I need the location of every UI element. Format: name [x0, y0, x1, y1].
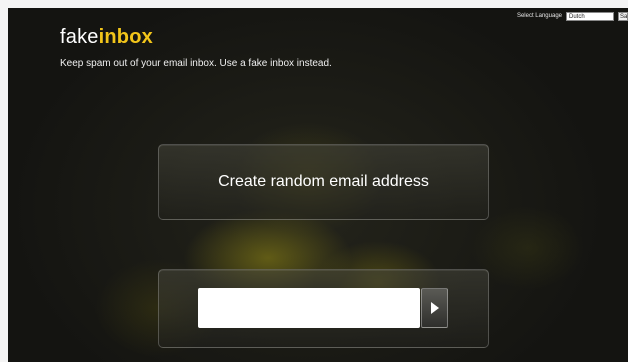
save-language-button[interactable]: Sav [618, 11, 628, 21]
language-bar: Select Language Dutch Sav [517, 10, 628, 22]
email-input-panel [158, 269, 489, 348]
logo-text-fake: fake [60, 26, 99, 48]
create-random-email-label: Create random email address [218, 173, 429, 190]
go-button[interactable] [421, 288, 448, 328]
language-label: Select Language [516, 13, 562, 19]
language-select[interactable]: Dutch [566, 11, 614, 21]
page-viewport: Select Language Dutch Sav fakeinbox Keep… [8, 8, 628, 362]
email-address-input[interactable] [198, 288, 420, 328]
play-arrow-icon [430, 302, 439, 314]
logo[interactable]: fakeinbox [60, 26, 153, 49]
tagline: Keep spam out of your email inbox. Use a… [60, 58, 332, 69]
create-random-email-button[interactable]: Create random email address [158, 144, 489, 220]
logo-text-inbox: inbox [98, 26, 153, 48]
